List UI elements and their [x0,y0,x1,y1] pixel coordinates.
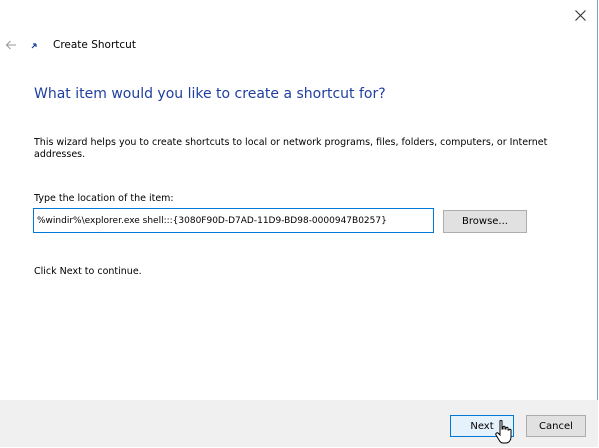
location-label: Type the location of the item: [34,193,174,204]
next-button[interactable]: Next [450,415,514,437]
wizard-description: This wizard helps you to create shortcut… [34,137,548,160]
back-button[interactable] [2,36,20,54]
wizard-header: Create Shortcut [0,30,400,60]
location-input[interactable] [33,208,434,233]
close-icon [574,9,586,21]
back-arrow-icon [5,40,16,50]
create-shortcut-window: Create Shortcut What item would you like… [0,0,598,447]
wizard-footer: Next Cancel [0,400,598,447]
page-heading: What item would you like to create a sho… [34,86,386,102]
shortcut-icon [31,43,37,49]
continue-hint: Click Next to continue. [34,266,142,277]
browse-button[interactable]: Browse... [443,210,527,233]
wizard-title: Create Shortcut [53,39,136,51]
close-button[interactable] [567,2,593,28]
cancel-button[interactable]: Cancel [526,415,586,437]
